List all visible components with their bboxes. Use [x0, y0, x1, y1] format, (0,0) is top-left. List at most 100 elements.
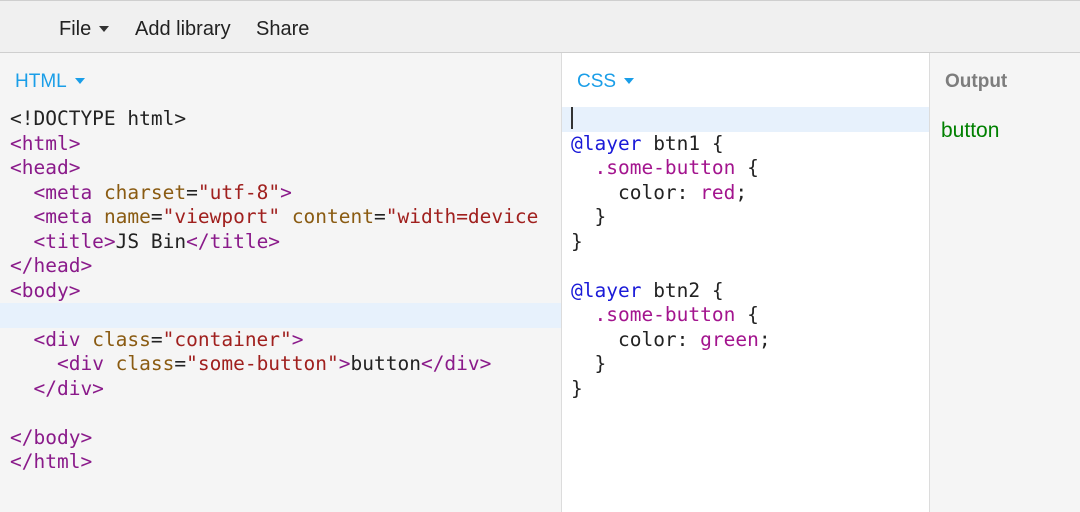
code-line[interactable]: @layer btn2 {	[562, 279, 929, 304]
code-token: charset	[103, 180, 187, 204]
code-token: }	[571, 376, 583, 400]
code-token: btn1 {	[641, 131, 724, 155]
code-token: btn2 {	[641, 278, 724, 302]
code-line[interactable]: <body>	[0, 279, 561, 304]
code-token: {	[735, 303, 759, 326]
code-token: </head>	[10, 254, 93, 277]
code-token: </title>	[186, 229, 281, 253]
css-code-editor[interactable]: @layer btn1 { .some-button { color: red;…	[562, 107, 929, 401]
code-line[interactable]: <head>	[0, 156, 561, 181]
code-line[interactable]: <meta name="viewport" content="width=dev…	[0, 205, 561, 230]
code-token: =	[150, 205, 163, 228]
code-token: color	[617, 327, 677, 351]
code-token: =	[150, 327, 163, 351]
code-line[interactable]: <html>	[0, 132, 561, 157]
code-token: "viewport"	[162, 205, 281, 228]
code-token: {	[735, 156, 759, 179]
code-token: "utf-8"	[197, 180, 281, 204]
code-line[interactable]: <title>JS Bin</title>	[0, 230, 561, 255]
code-token: .some-button	[594, 156, 736, 179]
top-toolbar: File Add library Share	[0, 0, 1080, 53]
code-token: <head>	[10, 156, 81, 179]
code-line[interactable]: @layer btn1 {	[562, 132, 929, 157]
caret-down-icon	[99, 26, 110, 32]
code-token: button	[350, 352, 421, 375]
code-line[interactable]: <meta charset="utf-8">	[0, 181, 561, 206]
css-panel-menu[interactable]: CSS	[577, 71, 635, 93]
code-line[interactable]: }	[562, 377, 929, 402]
code-token: </div>	[33, 376, 104, 400]
code-token: >	[291, 327, 304, 351]
css-panel-label: CSS	[577, 71, 617, 92]
code-token: <!DOCTYPE html>	[10, 107, 187, 130]
code-line[interactable]: <div class="some-button">button</div>	[0, 352, 561, 377]
code-line[interactable]	[0, 303, 561, 328]
code-token: @layer	[571, 278, 642, 302]
code-token: =	[374, 205, 386, 228]
code-token: =	[174, 352, 187, 375]
code-token: <html>	[10, 131, 81, 155]
html-panel-label: HTML	[15, 71, 67, 92]
code-line[interactable]: color: green;	[562, 328, 929, 353]
jsbin-app: File Add library Share HTML <!DOCTYPE ht…	[0, 0, 1080, 512]
code-line[interactable]: .some-button {	[562, 303, 929, 328]
code-token: ;	[735, 180, 748, 204]
html-panel-menu[interactable]: HTML	[15, 71, 85, 93]
code-token: >	[280, 180, 292, 204]
code-line[interactable]	[562, 254, 929, 279]
code-line[interactable]: }	[562, 205, 929, 230]
code-token: red	[700, 180, 736, 204]
code-line[interactable]	[0, 401, 561, 426]
share-label: Share	[256, 18, 310, 40]
code-token: class	[115, 352, 175, 375]
code-token: color	[617, 180, 677, 204]
code-token: JS Bin	[115, 229, 187, 253]
add-library-button[interactable]: Add library	[135, 1, 231, 53]
code-line[interactable]: </body>	[0, 426, 561, 451]
caret-down-icon	[74, 78, 85, 84]
caret-down-icon	[624, 78, 635, 84]
code-token: "some-button"	[186, 352, 339, 375]
code-token: class	[92, 327, 151, 351]
code-token: }	[571, 205, 607, 228]
code-line[interactable]: </div>	[0, 377, 561, 402]
code-token: ;	[758, 327, 771, 351]
html-panel: HTML <!DOCTYPE html> <html> <head> <meta c…	[0, 53, 562, 512]
code-token: @layer	[571, 131, 642, 155]
code-token: </html>	[10, 450, 93, 473]
output-panel: Output button	[930, 53, 1080, 512]
code-line[interactable]: }	[562, 230, 929, 255]
code-token: <div	[56, 352, 116, 375]
code-token: <meta	[33, 205, 104, 228]
html-code-editor[interactable]: <!DOCTYPE html> <html> <head> <meta charse…	[0, 107, 561, 475]
code-line[interactable]: </head>	[0, 254, 561, 279]
text-cursor	[571, 107, 573, 129]
output-rendered-button-text: button	[941, 119, 1000, 142]
code-token: :	[676, 327, 701, 351]
code-line[interactable]: </html>	[0, 450, 561, 475]
code-line[interactable]: <div class="container">	[0, 328, 561, 353]
code-line[interactable]: color: red;	[562, 181, 929, 206]
share-button[interactable]: Share	[256, 1, 309, 53]
file-menu-button[interactable]: File	[59, 1, 110, 53]
code-line[interactable]: }	[562, 352, 929, 377]
code-token: green	[700, 327, 759, 351]
code-token: }	[571, 229, 583, 253]
code-line[interactable]: .some-button {	[562, 156, 929, 181]
code-token: content	[291, 205, 374, 228]
add-library-label: Add library	[135, 18, 231, 40]
code-line[interactable]	[562, 107, 929, 132]
code-token: <body>	[10, 278, 81, 302]
code-line[interactable]: <!DOCTYPE html>	[0, 107, 561, 132]
code-token: =	[186, 180, 198, 204]
